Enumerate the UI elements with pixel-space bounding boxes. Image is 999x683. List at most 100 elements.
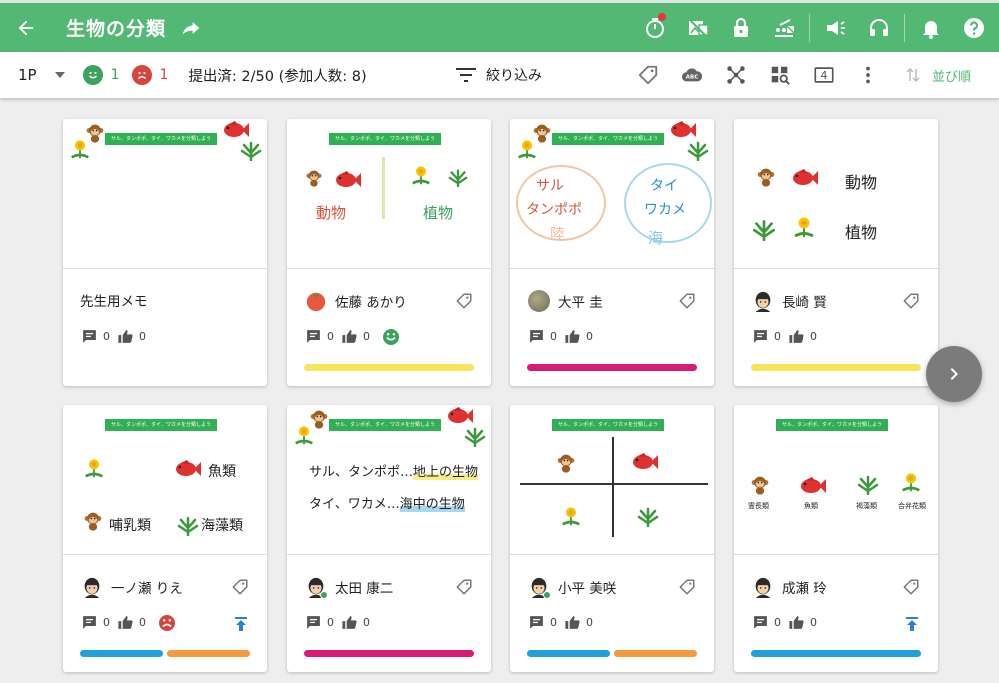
card-author-name: 太田 康二	[335, 581, 394, 597]
connection-map-button[interactable]	[714, 52, 758, 98]
help-button[interactable]	[952, 3, 995, 52]
hide-image-button[interactable]	[676, 3, 719, 52]
avatar	[528, 576, 551, 599]
tag-icon[interactable]	[902, 292, 920, 310]
note-highlight-2: 海中の生物	[399, 497, 465, 512]
announce-button[interactable]	[814, 3, 857, 52]
tag-filter-button[interactable]	[626, 52, 670, 98]
audio-button[interactable]	[857, 3, 900, 52]
monkey-icon	[305, 167, 323, 189]
card-thumbnail[interactable]: サル、タンポポ、タイ、ワカメを分類しよう 魚類 哺乳類 海藻類	[63, 405, 267, 555]
thumbs-up-icon[interactable]	[788, 614, 805, 631]
thumbs-up-icon[interactable]	[117, 328, 134, 345]
thumbs-up-icon[interactable]	[117, 614, 134, 631]
filter-button[interactable]: 絞り込み	[456, 52, 542, 98]
student-card[interactable]: サル、タンポポ、タイ、ワカメを分類しよう 先生用メモ 0 0	[63, 119, 267, 386]
fish-icon	[333, 171, 361, 189]
seaweed-icon	[239, 137, 263, 161]
tag-icon[interactable]	[678, 292, 696, 310]
note-highlight-1: 地上の生物	[413, 465, 479, 480]
page-selector[interactable]: 1P	[18, 66, 65, 84]
student-card[interactable]: サル、タンポポ、タイ、ワカメを分類しよう 動物 植物 佐藤 あかり 0 0	[287, 119, 491, 386]
card-author: 大平 圭	[528, 290, 603, 312]
tag-icon[interactable]	[455, 578, 473, 596]
tag-icon[interactable]	[231, 578, 249, 596]
card-thumbnail[interactable]: サル、タンポポ、タイ、ワカメを分類しよう	[63, 119, 267, 269]
tag-icon[interactable]	[678, 578, 696, 596]
card-thumbnail[interactable]: サル、タンポポ、タイ、ワカメを分類しよう 動物 植物	[287, 119, 491, 269]
color-tag-bar	[751, 364, 921, 371]
avatar	[81, 576, 103, 598]
present-off-button[interactable]	[762, 3, 805, 52]
chevron-right-icon	[950, 367, 959, 381]
notifications-button[interactable]	[909, 3, 952, 52]
spellcheck-cloud-button[interactable]: ABC	[670, 52, 714, 98]
notification-dot	[658, 13, 666, 21]
comment-icon[interactable]	[305, 614, 322, 631]
toolbar-separator	[809, 13, 810, 42]
happy-face-icon	[82, 65, 103, 85]
back-button[interactable]	[0, 3, 52, 52]
comment-icon[interactable]	[752, 328, 769, 345]
pin-top-icon[interactable]	[233, 616, 249, 632]
comment-icon[interactable]	[305, 328, 322, 345]
card-author-name: 小平 美咲	[558, 581, 617, 597]
next-page-button[interactable]	[926, 346, 982, 402]
student-card[interactable]: サル、タンポポ、タイ、ワカメを分類しよう サル、タンポポ…地上の生物 タイ、ワカ…	[287, 405, 491, 672]
card-author: 一ノ瀬 りえ	[81, 576, 183, 598]
thumbs-up-icon[interactable]	[564, 328, 581, 345]
more-options-button[interactable]	[846, 52, 890, 98]
comment-icon[interactable]	[81, 328, 98, 345]
student-card[interactable]: サル、タンポポ、タイ、ワカメを分類しよう サル タンポポ 陸 タイ ワカメ 海 …	[510, 119, 714, 386]
card-author: 太田 康二	[305, 576, 394, 599]
card-thumbnail[interactable]: サル、タンポポ、タイ、ワカメを分類しよう サル タンポポ 陸 タイ ワカメ 海	[510, 119, 714, 269]
thumbs-up-icon[interactable]	[564, 614, 581, 631]
timer-button[interactable]	[633, 3, 676, 52]
tag-color-bars	[527, 650, 697, 657]
comment-icon[interactable]	[752, 614, 769, 631]
comment-icon[interactable]	[528, 328, 545, 345]
flower-icon	[69, 139, 91, 161]
page-number-button[interactable]: 4	[802, 52, 846, 98]
share-button[interactable]	[180, 17, 202, 39]
seaweed-icon	[751, 215, 777, 241]
megaphone-icon	[826, 20, 845, 35]
card-author: 長崎 賢	[752, 290, 827, 312]
sort-button[interactable]: 並び順	[904, 66, 971, 85]
network-icon	[727, 66, 745, 84]
happy-face-icon	[383, 328, 399, 345]
brown-algae-label: 褐藻類	[856, 502, 877, 510]
seaweed-icon	[636, 503, 660, 527]
student-card[interactable]: サル、タンポポ、タイ、ワカメを分類しよう 霊長類 魚類 褐藻類 合弁花類 成瀬 …	[734, 405, 938, 672]
pin-top-icon[interactable]	[904, 616, 920, 632]
submission-status: 提出済: 2/50 (参加人数: 8)	[188, 68, 367, 85]
more-vert-icon	[866, 66, 870, 84]
comment-count: 0	[774, 616, 781, 629]
student-card[interactable]: 動物 植物 長崎 賢 0 0	[734, 119, 938, 386]
card-thumbnail[interactable]: 動物 植物	[734, 119, 938, 269]
fish-icon	[798, 477, 826, 495]
tag-icon[interactable]	[455, 292, 473, 310]
comment-icon[interactable]	[81, 614, 98, 631]
tag-icon[interactable]	[902, 578, 920, 596]
comment-icon[interactable]	[528, 614, 545, 631]
positive-count: 1	[110, 67, 120, 83]
land-label: 陸	[550, 225, 566, 243]
thumbs-up-icon[interactable]	[788, 328, 805, 345]
card-thumbnail[interactable]: サル、タンポポ、タイ、ワカメを分類しよう	[510, 405, 714, 555]
card-thumbnail[interactable]: サル、タンポポ、タイ、ワカメを分類しよう 霊長類 魚類 褐藻類 合弁花類	[734, 405, 938, 555]
card-thumbnail[interactable]: サル、タンポポ、タイ、ワカメを分類しよう サル、タンポポ…地上の生物 タイ、ワカ…	[287, 405, 491, 555]
lock-button[interactable]	[719, 3, 762, 52]
avatar	[305, 576, 328, 599]
student-card[interactable]: サル、タンポポ、タイ、ワカメを分類しよう 小平 美咲 0 0	[510, 405, 714, 672]
presentation-off-icon	[774, 18, 796, 37]
thumbs-up-icon[interactable]	[341, 328, 358, 345]
image-off-icon	[687, 17, 709, 38]
comment-count: 0	[327, 616, 334, 629]
thumbs-up-icon[interactable]	[341, 614, 358, 631]
search-grid-button[interactable]	[758, 52, 802, 98]
animal-label: 動物	[845, 173, 878, 192]
divider-line	[382, 157, 385, 219]
monkey-icon	[750, 473, 770, 497]
student-card[interactable]: サル、タンポポ、タイ、ワカメを分類しよう 魚類 哺乳類 海藻類 一ノ瀬 りえ 0…	[63, 405, 267, 672]
